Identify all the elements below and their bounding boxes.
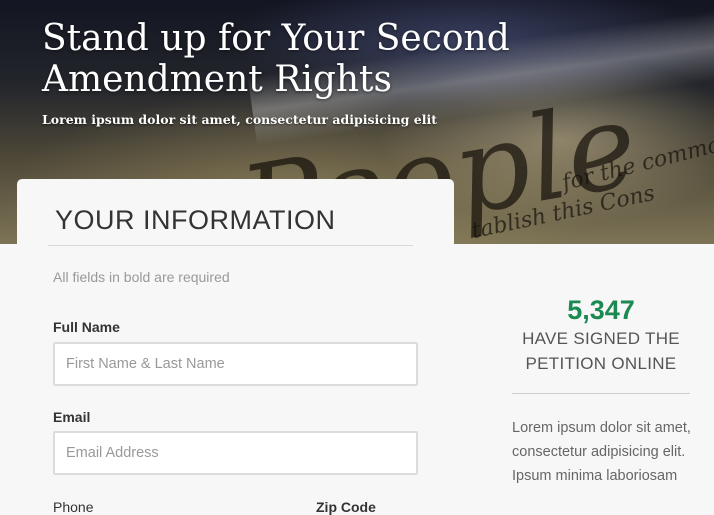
- email-label: Email: [53, 409, 91, 425]
- phone-label: Phone: [53, 499, 94, 515]
- form-title: YOUR INFORMATION: [55, 205, 336, 235]
- form-title-divider: [48, 245, 413, 246]
- hero-title: Stand up for Your Second Amendment Right…: [42, 18, 510, 100]
- sidebar-description: Lorem ipsum dolor sit amet, consectetur …: [512, 420, 691, 484]
- required-fields-note: All fields in bold are required: [53, 269, 230, 285]
- signature-count-label: HAVE SIGNED THE PETITION ONLINE: [522, 329, 680, 373]
- zip-code-label: Zip Code: [316, 499, 376, 515]
- hero-subtitle: Lorem ipsum dolor sit amet, consectetur …: [42, 112, 437, 127]
- full-name-label: Full Name: [53, 319, 120, 335]
- petition-form-card: YOUR INFORMATION All fields in bold are …: [17, 179, 454, 515]
- email-input[interactable]: [53, 431, 418, 475]
- sidebar-divider: [512, 393, 690, 394]
- signature-count: 5,347: [567, 295, 635, 325]
- full-name-input[interactable]: [53, 342, 418, 386]
